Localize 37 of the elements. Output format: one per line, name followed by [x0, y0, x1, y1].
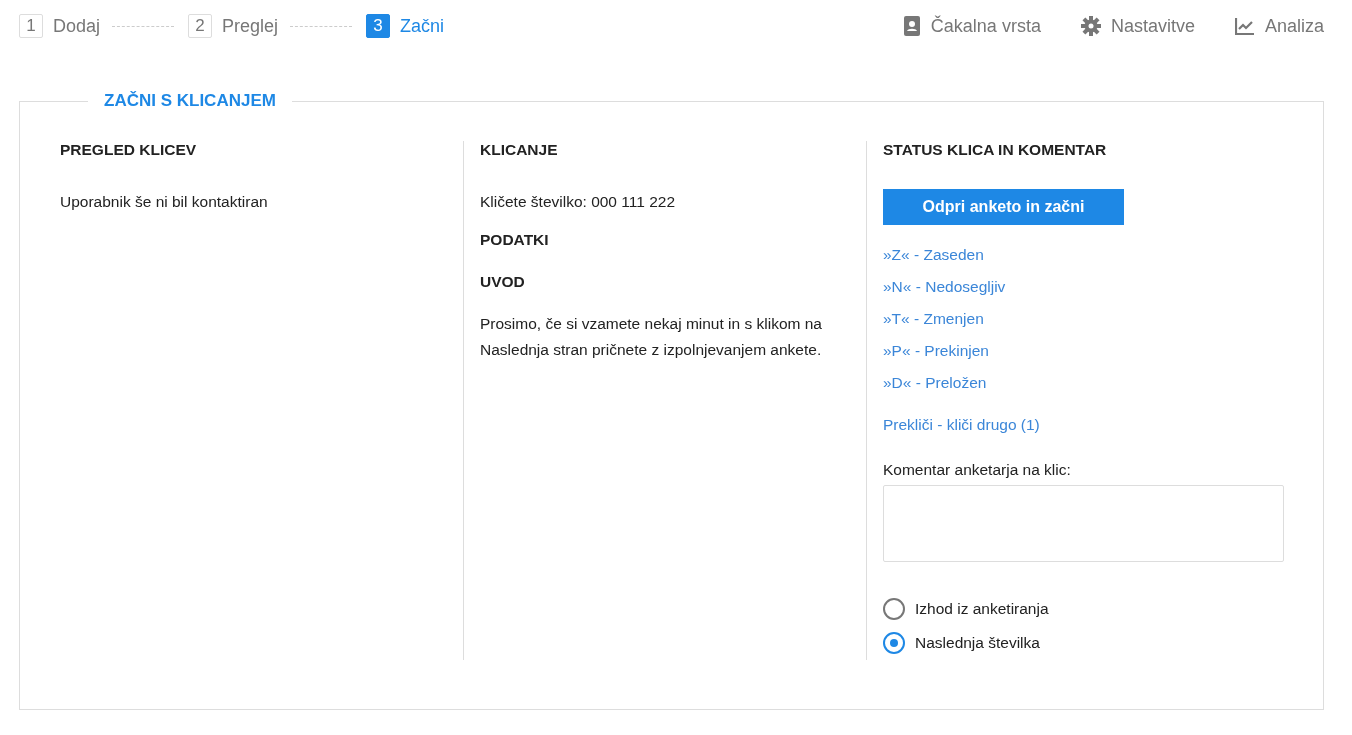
status-link[interactable]: »N« - Nedosegljiv — [883, 271, 1006, 303]
step-number[interactable]: 1 — [19, 14, 43, 38]
radio-label[interactable]: Izhod iz anketiranja — [915, 600, 1049, 618]
radio-button[interactable] — [883, 598, 905, 620]
step-label[interactable]: Dodaj — [53, 15, 101, 37]
intro-paragraph: Prosimo, če si vzamete nekaj minut in s klikom na Naslednja stran pričnete z izpolnjevanjem ankete. — [480, 314, 823, 360]
section-heading: UVOD — [480, 273, 526, 291]
nav-link-label[interactable]: Nastavitve — [1110, 15, 1195, 37]
step-number[interactable]: 3 — [366, 14, 391, 38]
step-label[interactable]: Preglej — [222, 15, 279, 37]
contact-book-icon — [902, 16, 921, 36]
status-link[interactable]: »Z« - Zaseden — [883, 239, 984, 271]
phone-number-text: Kličete številko: 000 111 222 — [480, 192, 677, 212]
nav-link-label[interactable]: Čakalna vrsta — [930, 15, 1041, 37]
status-link[interactable]: »P« - Prekinjen — [883, 335, 989, 367]
section-heading: KLICANJE — [480, 141, 559, 159]
section-heading: STATUS KLICA IN KOMENTAR — [883, 141, 1108, 159]
comment-field[interactable] — [883, 485, 1284, 562]
section-heading: PODATKI — [480, 231, 550, 249]
radio-label[interactable]: Naslednja številka — [915, 634, 1040, 652]
step-label[interactable]: Začni — [400, 15, 445, 37]
status-text: Uporabnik še ni bil kontaktiran — [60, 192, 269, 212]
radio-button[interactable] — [883, 632, 905, 654]
nav-link[interactable]: Analiza — [1234, 15, 1324, 37]
line-chart-icon — [1234, 17, 1255, 35]
cancel-link[interactable]: Prekliči - kliči drugo (1) — [883, 409, 1040, 441]
settings-icon — [1080, 16, 1101, 36]
comment-label: Komentar anketarja na klic: — [883, 461, 1072, 479]
nav-link-label[interactable]: Analiza — [1264, 15, 1324, 37]
status-link[interactable]: »D« - Preložen — [883, 367, 987, 399]
nav-link[interactable]: Čakalna vrsta — [902, 15, 1041, 37]
panel-title: ZAČNI S KLICANJEM — [103, 91, 277, 111]
nav-link[interactable]: Nastavitve — [1080, 15, 1195, 37]
open-survey-button[interactable]: Odpri anketo in začni — [883, 189, 1124, 225]
step-number[interactable]: 2 — [188, 14, 213, 38]
status-link[interactable]: »T« - Zmenjen — [883, 303, 984, 335]
section-heading: PREGLED KLICEV — [60, 141, 198, 159]
